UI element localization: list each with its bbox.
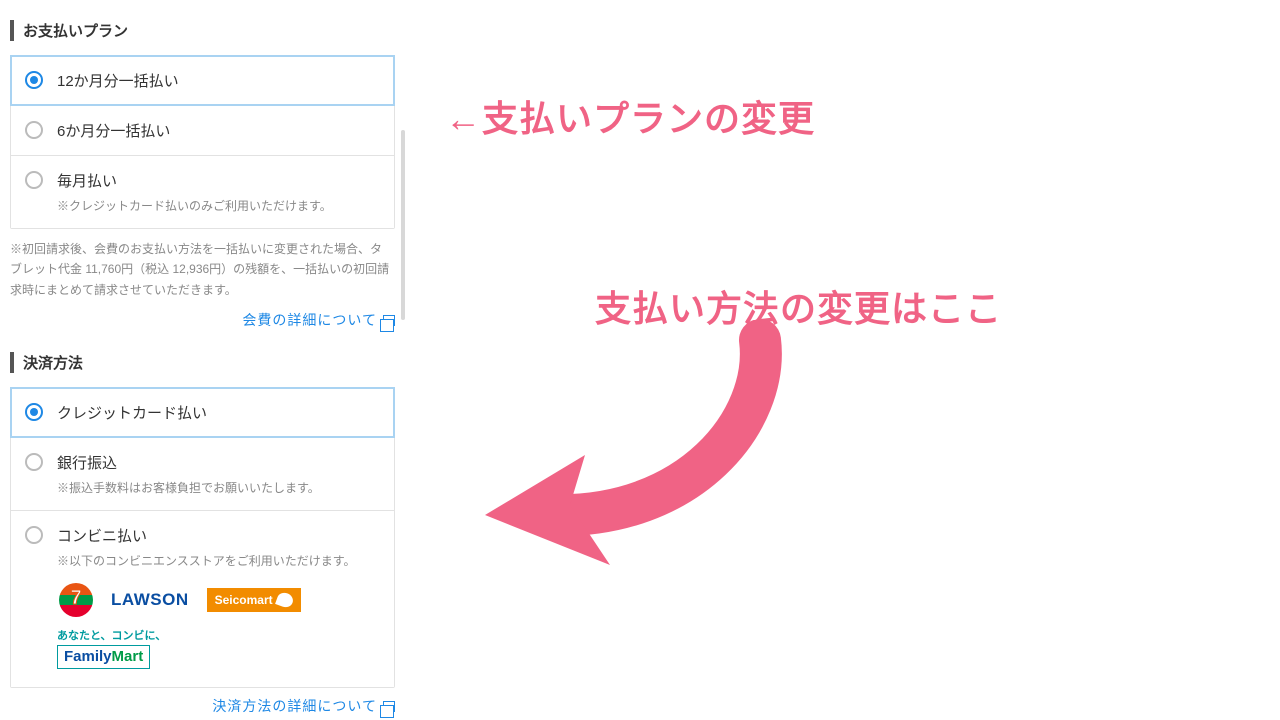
external-link-icon	[383, 315, 395, 326]
radio-icon	[25, 121, 43, 139]
method-option-note: ※振込手数料はお客様負担でお願いいたします。	[57, 479, 380, 496]
plan-detail-link-wrap: 会費の詳細について	[10, 310, 395, 330]
plan-option-label: 6か月分一括払い	[57, 120, 380, 141]
familymart-tagline: あなたと、コンビに、	[57, 627, 380, 643]
method-detail-link-text: 決済方法の詳細について	[212, 698, 377, 714]
radio-icon	[25, 71, 43, 89]
radio-icon	[25, 453, 43, 471]
plan-option-6m[interactable]: 6か月分一括払い	[11, 105, 394, 155]
plan-detail-link[interactable]: 会費の詳細について	[242, 312, 395, 328]
plan-option-label: 毎月払い	[57, 170, 380, 191]
familymart-logo: あなたと、コンビに、 FamilyMart	[57, 627, 380, 669]
method-option-label: コンビニ払い	[57, 525, 380, 546]
lawson-logo: LAWSON	[111, 590, 189, 610]
familymart-box: FamilyMart	[57, 645, 150, 669]
method-option-creditcard[interactable]: クレジットカード払い	[11, 388, 394, 437]
method-option-note: ※以下のコンビニエンスストアをご利用いただけます。	[57, 552, 380, 569]
seicomart-text: Seicomart	[215, 593, 273, 607]
seicomart-logo: Seicomart	[207, 588, 301, 612]
seven-eleven-icon	[59, 583, 93, 617]
method-option-bank[interactable]: 銀行振込 ※振込手数料はお客様負担でお願いいたします。	[11, 437, 394, 510]
method-option-label: 銀行振込	[57, 452, 380, 473]
payment-plan-heading: お支払いプラン	[10, 20, 395, 41]
payment-method-heading: 決済方法	[10, 352, 395, 373]
radio-icon	[25, 526, 43, 544]
method-option-label: クレジットカード払い	[57, 402, 380, 423]
external-link-icon	[383, 701, 395, 712]
method-detail-link-wrap: 決済方法の詳細について	[10, 696, 395, 716]
plan-option-label: 12か月分一括払い	[57, 70, 380, 91]
convenience-store-row: LAWSON Seicomart	[59, 583, 380, 617]
radio-icon	[25, 403, 43, 421]
settings-panel: お支払いプラン 12か月分一括払い 6か月分一括払い 毎月払い ※クレジットカー…	[0, 0, 405, 716]
radio-icon	[25, 171, 43, 189]
plan-option-monthly[interactable]: 毎月払い ※クレジットカード払いのみご利用いただけます。	[11, 155, 394, 228]
plan-footnote: ※初回請求後、会費のお支払い方法を一括払いに変更された場合、タブレット代金 11…	[10, 235, 395, 302]
plan-option-note: ※クレジットカード払いのみご利用いただけます。	[57, 197, 380, 214]
method-option-conv[interactable]: コンビニ払い ※以下のコンビニエンスストアをご利用いただけます。 LAWSON …	[11, 510, 394, 687]
plan-option-12m[interactable]: 12か月分一括払い	[11, 56, 394, 105]
annotation-plan-change: ←支払いプランの変更	[445, 90, 815, 142]
seicomart-bird-icon	[275, 591, 295, 610]
payment-method-options: クレジットカード払い 銀行振込 ※振込手数料はお客様負担でお願いいたします。 コ…	[10, 387, 395, 688]
annotation-arrow-icon	[460, 320, 820, 580]
plan-detail-link-text: 会費の詳細について	[242, 312, 377, 328]
method-detail-link[interactable]: 決済方法の詳細について	[212, 698, 395, 714]
payment-plan-options: 12か月分一括払い 6か月分一括払い 毎月払い ※クレジットカード払いのみご利用…	[10, 55, 395, 229]
